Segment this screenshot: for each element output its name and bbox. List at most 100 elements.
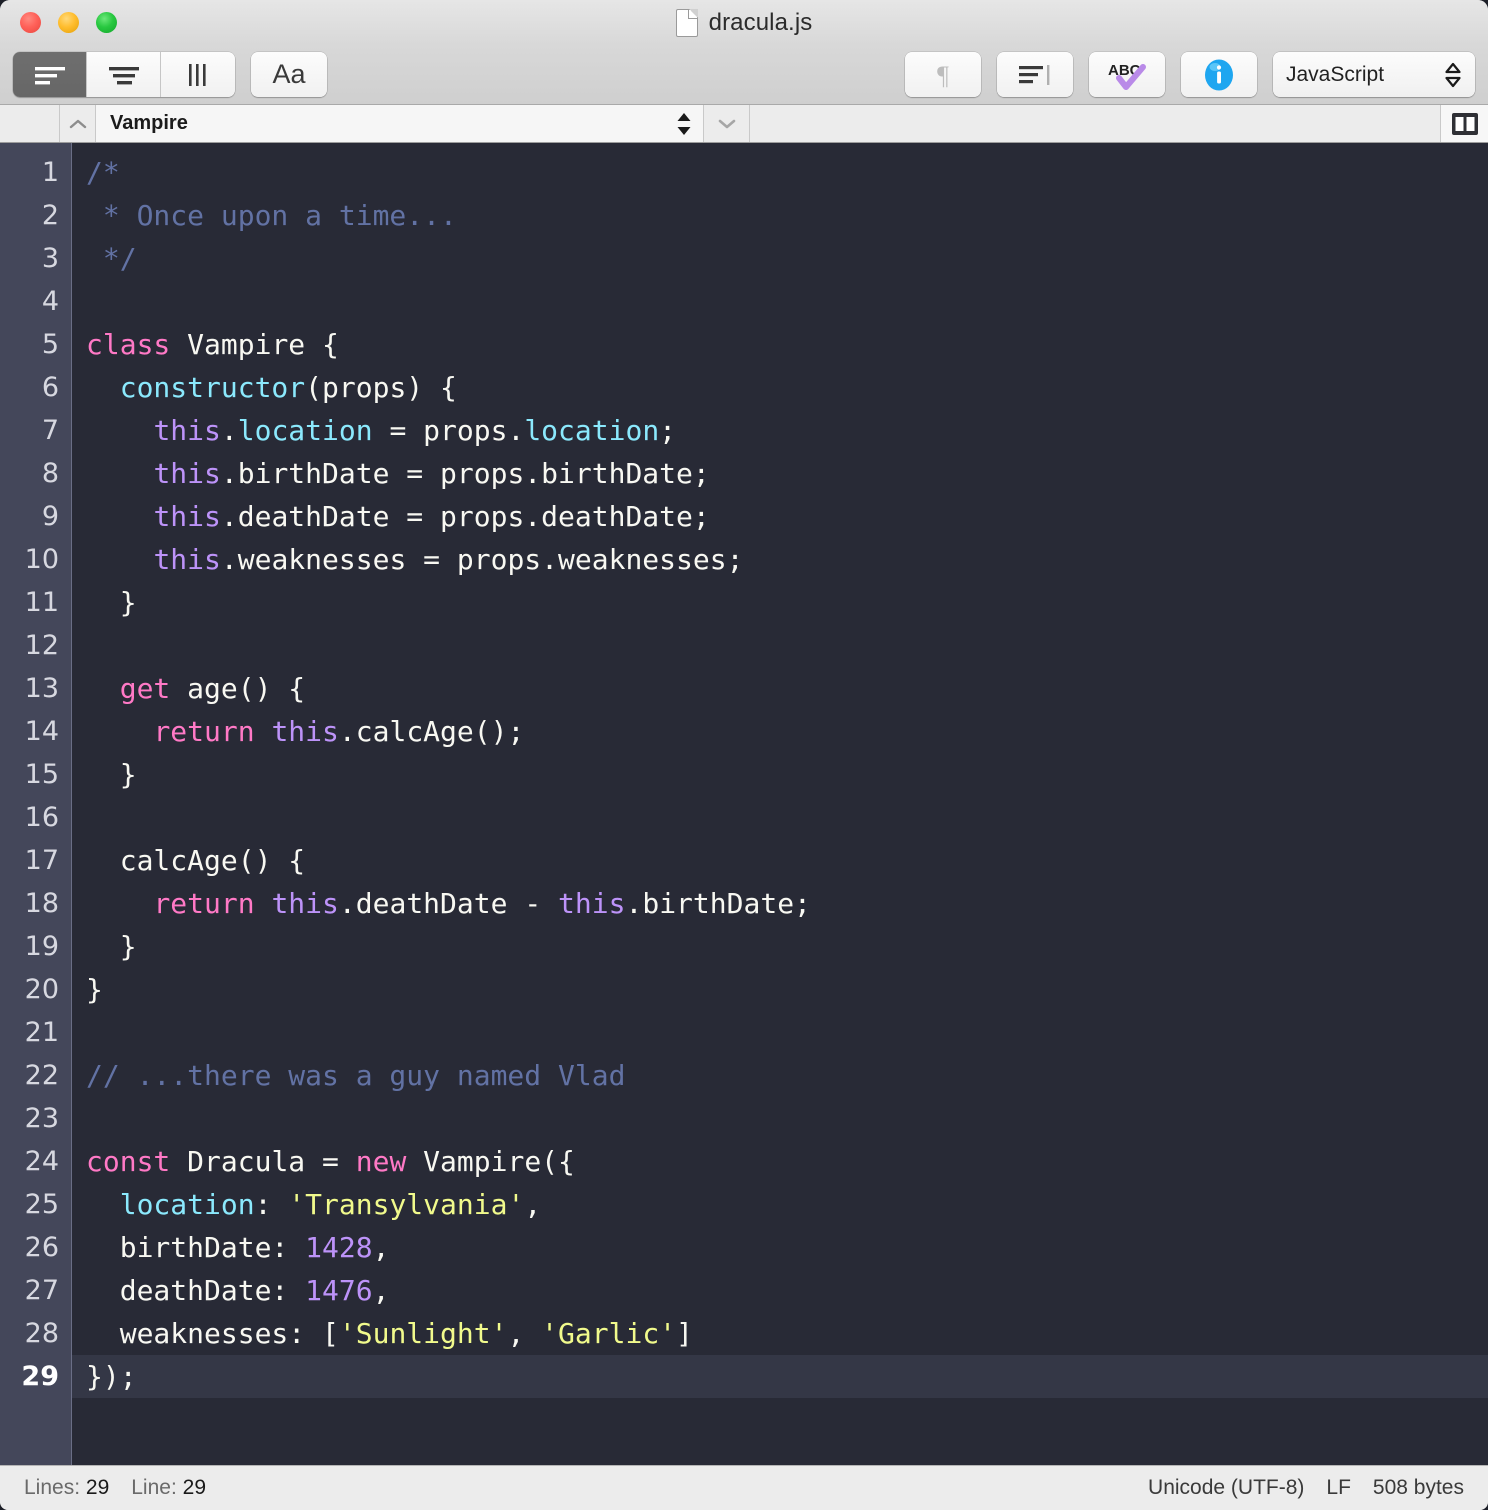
code-line[interactable]: this.deathDate = props.deathDate;: [72, 495, 1488, 538]
code-token: * Once upon a time...: [86, 199, 457, 232]
code-line[interactable]: }: [72, 968, 1488, 1011]
code-line[interactable]: birthDate: 1428,: [72, 1226, 1488, 1269]
align-center-lines-button[interactable]: [87, 52, 161, 97]
show-invisibles-button[interactable]: ¶: [905, 52, 981, 97]
spellcheck-button[interactable]: ABC: [1089, 52, 1165, 97]
vertical-lines-button[interactable]: [161, 52, 235, 97]
code-token: this: [153, 457, 220, 490]
line-number: 21: [0, 1011, 71, 1054]
code-line[interactable]: this.birthDate = props.birthDate;: [72, 452, 1488, 495]
syntax-mode-popup[interactable]: JavaScript: [1273, 52, 1475, 97]
code-token: birthDate:: [86, 1231, 305, 1264]
code-token: const: [86, 1145, 170, 1178]
code-token: .deathDate = props.deathDate;: [221, 500, 710, 533]
line-number: 7: [0, 409, 71, 452]
toolbar-right-group: ¶ ABC: [889, 52, 1475, 97]
code-line[interactable]: }: [72, 925, 1488, 968]
code-token: location: [238, 414, 373, 447]
code-line[interactable]: const Dracula = new Vampire({: [72, 1140, 1488, 1183]
close-button[interactable]: [20, 12, 41, 33]
code-token: .: [221, 414, 238, 447]
previous-symbol-button[interactable]: [60, 105, 96, 142]
align-left-lines-button[interactable]: [13, 52, 87, 97]
document-icon: [676, 9, 698, 37]
code-token: age() {: [170, 672, 305, 705]
code-line[interactable]: // ...there was a guy named Vlad: [72, 1054, 1488, 1097]
code-line[interactable]: return this.deathDate - this.birthDate;: [72, 882, 1488, 925]
line-number: 10: [0, 538, 71, 581]
code-line[interactable]: class Vampire {: [72, 323, 1488, 366]
line-number: 28: [0, 1312, 71, 1355]
code-line[interactable]: * Once upon a time...: [72, 194, 1488, 237]
code-editor[interactable]: 1234567891011121314151617181920212223242…: [0, 143, 1488, 1465]
code-token: [255, 715, 272, 748]
minimize-button[interactable]: [58, 12, 79, 33]
code-line[interactable]: [72, 280, 1488, 323]
lines-count-label: Lines:: [24, 1476, 80, 1499]
code-line[interactable]: get age() {: [72, 667, 1488, 710]
code-line[interactable]: deathDate: 1476,: [72, 1269, 1488, 1312]
code-line[interactable]: return this.calcAge();: [72, 710, 1488, 753]
code-token: /*: [86, 156, 120, 189]
file-size-status: 508 bytes: [1373, 1476, 1464, 1500]
code-token: weaknesses: [: [86, 1317, 339, 1350]
code-line[interactable]: }: [72, 753, 1488, 796]
chevron-up-icon: [68, 117, 88, 131]
code-line[interactable]: [72, 1097, 1488, 1140]
line-number: 11: [0, 581, 71, 624]
code-token: ;: [659, 414, 676, 447]
line-number: 15: [0, 753, 71, 796]
code-line[interactable]: */: [72, 237, 1488, 280]
up-down-chevrons-icon: [1444, 61, 1462, 89]
encoding-status[interactable]: Unicode (UTF-8): [1148, 1476, 1304, 1500]
line-number: 8: [0, 452, 71, 495]
code-token: ,: [507, 1317, 541, 1350]
line-ending-status[interactable]: LF: [1326, 1476, 1351, 1500]
code-line[interactable]: [72, 1011, 1488, 1054]
status-bar: Lines: 29 Line: 29 Unicode (UTF-8) LF 50…: [0, 1465, 1488, 1510]
code-token: new: [356, 1145, 407, 1178]
code-line[interactable]: calcAge() {: [72, 839, 1488, 882]
line-number: 12: [0, 624, 71, 667]
code-token: Vampire({: [406, 1145, 575, 1178]
line-number: 3: [0, 237, 71, 280]
code-line[interactable]: }: [72, 581, 1488, 624]
next-symbol-button[interactable]: [704, 105, 750, 142]
code-token: :: [255, 1188, 289, 1221]
split-view-button[interactable]: [1440, 105, 1488, 142]
code-token: (props) {: [305, 371, 457, 404]
code-line[interactable]: });: [72, 1355, 1488, 1398]
code-token: [86, 500, 153, 533]
code-token: */: [86, 242, 137, 275]
code-line[interactable]: [72, 796, 1488, 839]
code-token: .deathDate -: [339, 887, 558, 920]
code-line[interactable]: this.location = props.location;: [72, 409, 1488, 452]
font-button[interactable]: Aa: [251, 52, 327, 97]
code-line[interactable]: weaknesses: ['Sunlight', 'Garlic']: [72, 1312, 1488, 1355]
code-line[interactable]: location: 'Transylvania',: [72, 1183, 1488, 1226]
code-line[interactable]: constructor(props) {: [72, 366, 1488, 409]
line-number: 16: [0, 796, 71, 839]
status-right-group: Unicode (UTF-8) LF 508 bytes: [1148, 1476, 1464, 1500]
code-text-area[interactable]: /* * Once upon a time... */ class Vampir…: [72, 143, 1488, 1465]
code-token: ,: [373, 1274, 390, 1307]
svg-text:¶: ¶: [937, 61, 949, 89]
code-token: }: [86, 973, 103, 1006]
info-button[interactable]: [1181, 52, 1257, 97]
line-number: 27: [0, 1269, 71, 1312]
current-line: Line: 29: [131, 1476, 206, 1500]
line-number: 1: [0, 151, 71, 194]
code-token: return: [153, 887, 254, 920]
line-number: 17: [0, 839, 71, 882]
line-number: 4: [0, 280, 71, 323]
chevron-down-icon: [716, 117, 738, 131]
code-line[interactable]: this.weaknesses = props.weaknesses;: [72, 538, 1488, 581]
zoom-button[interactable]: [96, 12, 117, 33]
text-wrap-button[interactable]: [997, 52, 1073, 97]
symbol-combobox[interactable]: Vampire: [96, 105, 704, 142]
code-token: class: [86, 328, 170, 361]
vertical-lines-icon: [184, 63, 212, 87]
view-mode-segmented-control[interactable]: [13, 52, 235, 97]
code-line[interactable]: [72, 624, 1488, 667]
code-line[interactable]: /*: [72, 151, 1488, 194]
